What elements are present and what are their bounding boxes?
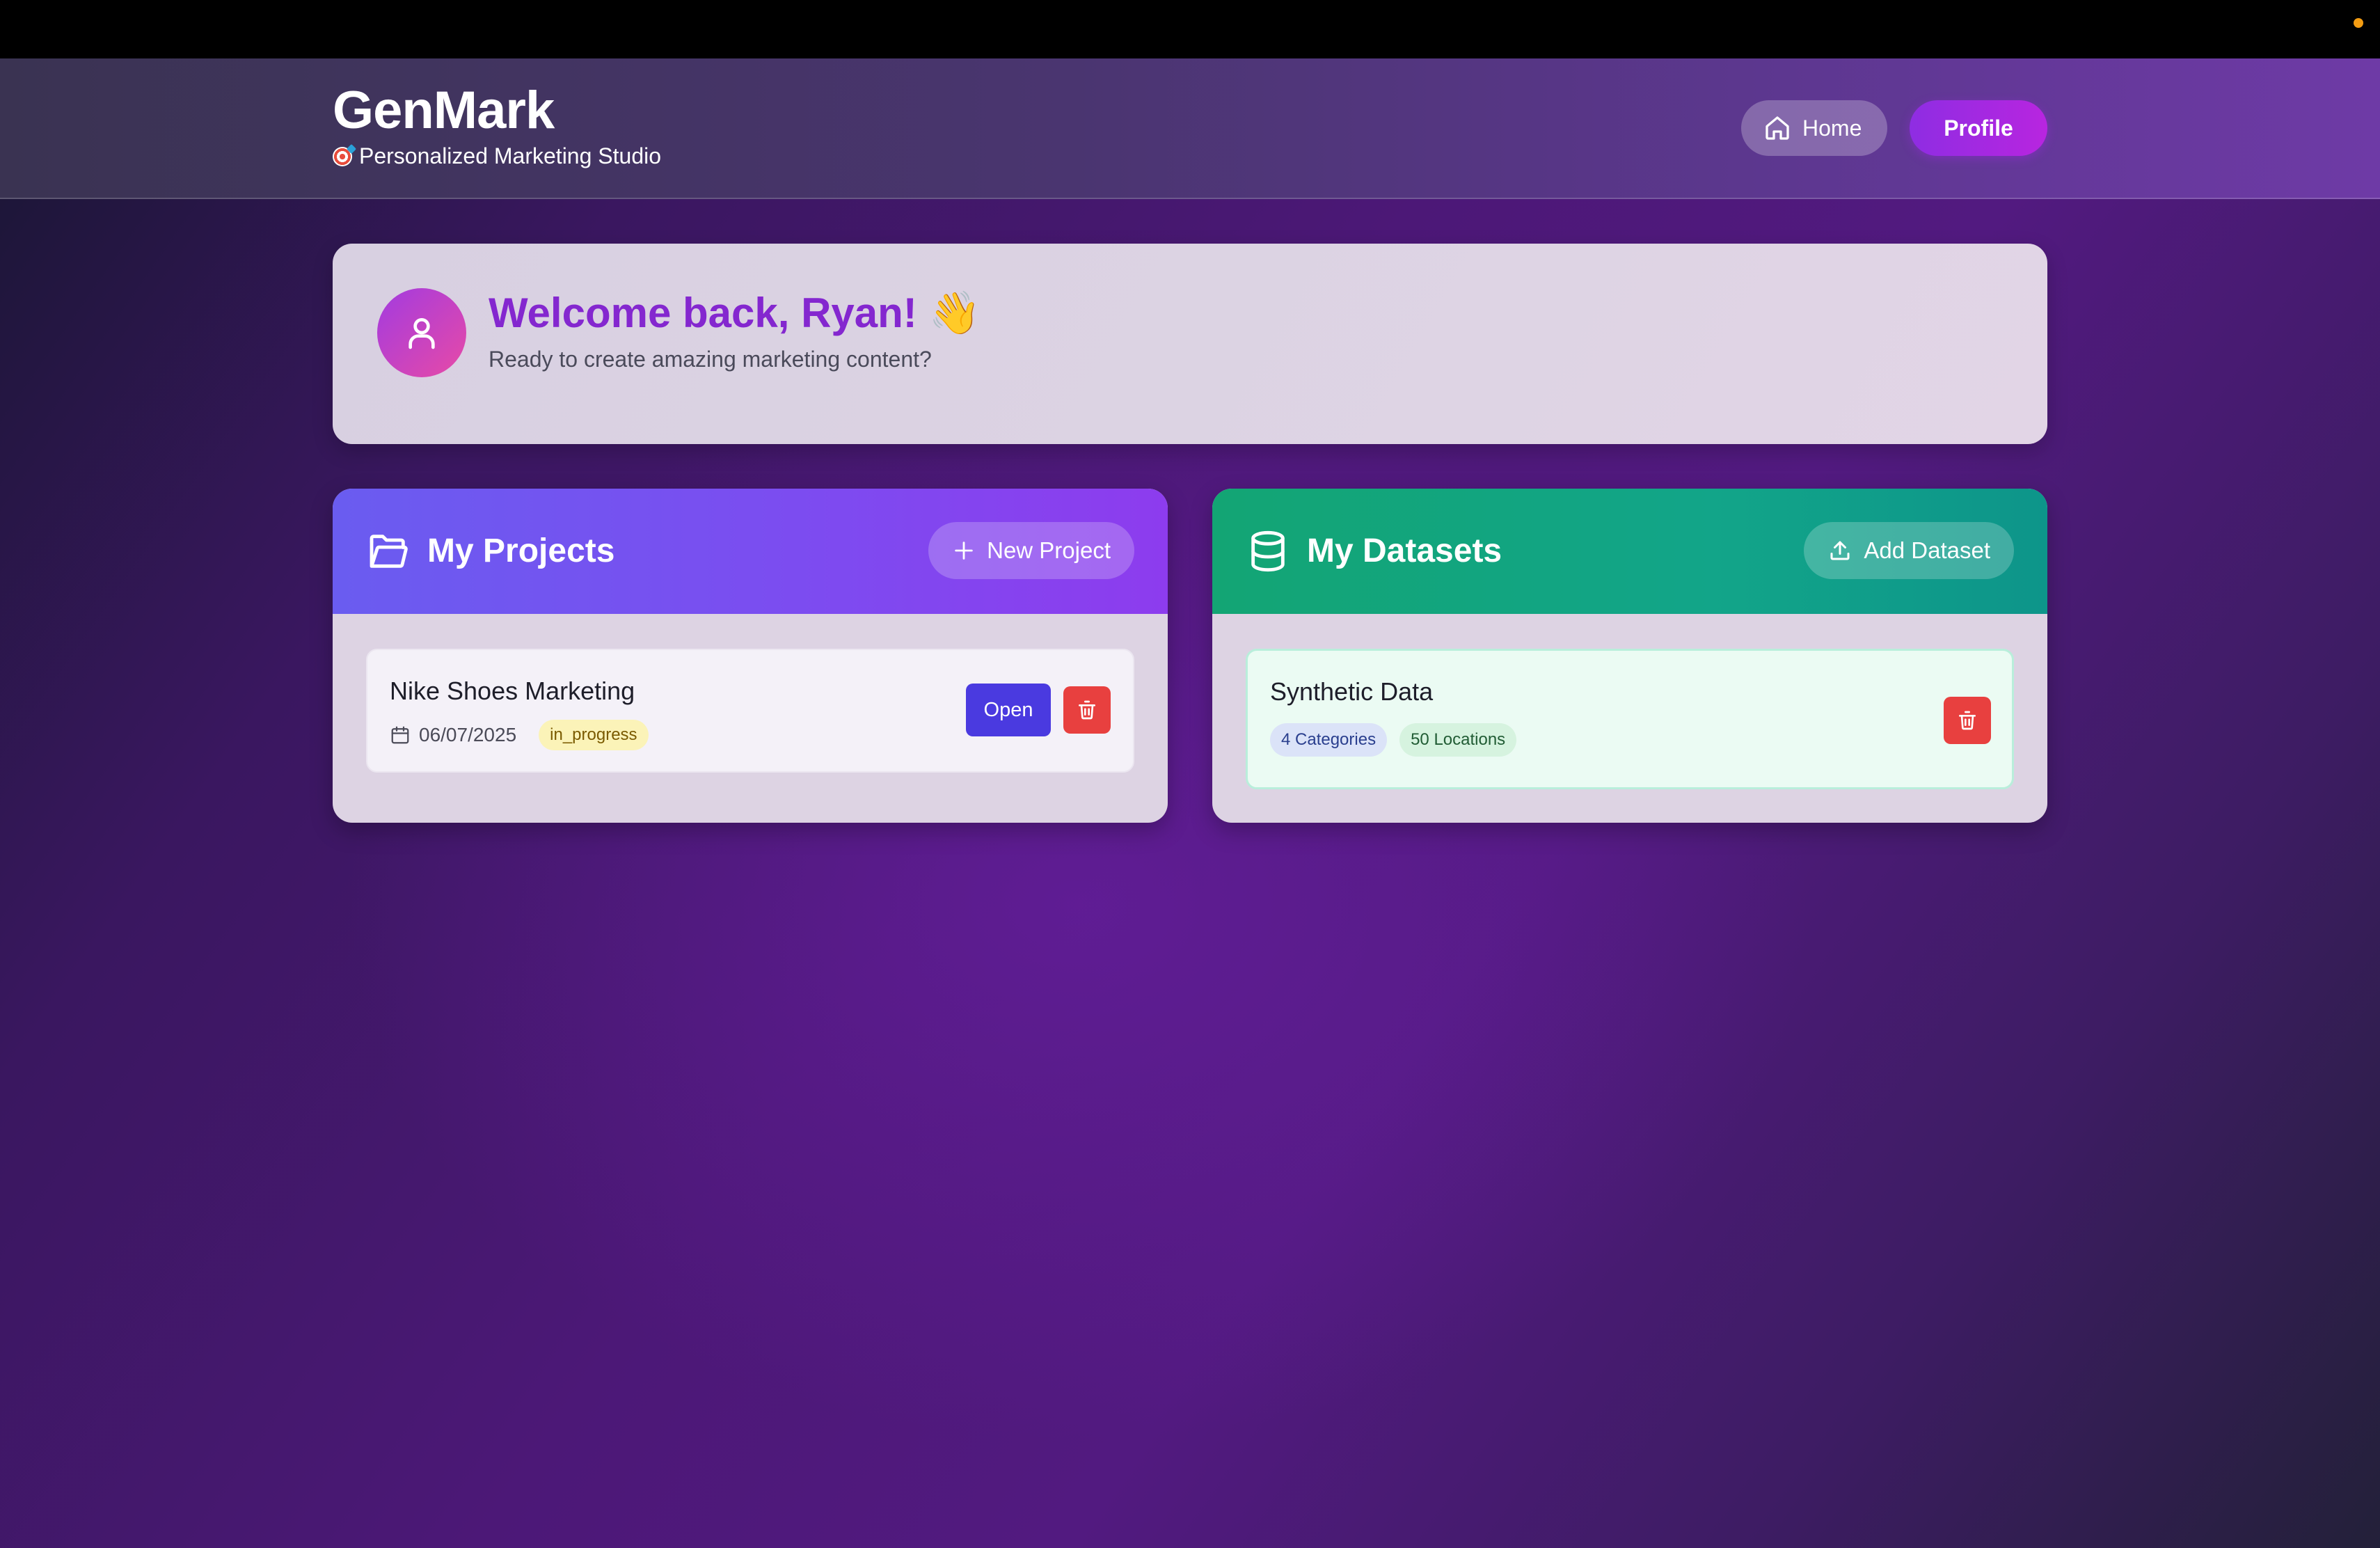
calendar-icon	[391, 726, 409, 744]
home-icon	[1766, 116, 1789, 140]
status-badge: in_progress	[539, 720, 649, 750]
new-project-button[interactable]: New Project	[928, 522, 1134, 579]
profile-button-label: Profile	[1944, 115, 2013, 141]
home-button[interactable]: Home	[1741, 100, 1887, 156]
trash-icon	[1079, 700, 1095, 720]
brand: GenMark Personalized Marketing Studio	[333, 79, 661, 169]
upload-icon	[1830, 541, 1850, 560]
datasets-panel-header: My Datasets Add Dataset	[1212, 489, 2047, 614]
dataset-tags: 4 Categories 50 Locations	[1270, 723, 1517, 757]
projects-panel: My Projects New Project Nike Shoes Marke…	[333, 489, 1168, 823]
project-meta: 06/07/2025 in_progress	[390, 720, 649, 750]
trash-icon	[1959, 711, 1976, 730]
categories-badge: 4 Categories	[1270, 723, 1388, 757]
welcome-subtitle: Ready to create amazing marketing conten…	[489, 347, 932, 372]
system-top-bar	[0, 0, 2380, 58]
welcome-title: Welcome back, Ryan! 👋	[489, 290, 981, 336]
folder-open-icon	[370, 535, 408, 568]
dataset-name: Synthetic Data	[1270, 677, 1434, 706]
app-subtitle-row: Personalized Marketing Studio	[333, 143, 661, 169]
top-nav: Home Profile	[1741, 100, 2047, 156]
user-icon	[408, 318, 435, 349]
projects-panel-header: My Projects New Project	[333, 489, 1168, 614]
profile-button[interactable]: Profile	[1910, 100, 2047, 156]
project-date: 06/07/2025	[419, 724, 517, 745]
dataset-card[interactable]: Synthetic Data 4 Categories 50 Locations	[1246, 649, 2014, 789]
datasets-panel-title: My Datasets	[1307, 532, 1502, 569]
app-subtitle: Personalized Marketing Studio	[359, 143, 662, 168]
add-dataset-label: Add Dataset	[1864, 537, 1990, 563]
delete-project-button[interactable]	[1063, 686, 1111, 734]
notification-dot-icon	[2354, 18, 2363, 28]
delete-dataset-button[interactable]	[1944, 697, 1991, 744]
app-header: GenMark Personalized Marketing Studio Ho…	[0, 58, 2380, 199]
welcome-card: Welcome back, Ryan! 👋 Ready to create am…	[333, 244, 2047, 444]
avatar	[377, 288, 466, 377]
target-icon	[333, 146, 352, 166]
datasets-panel: My Datasets Add Dataset Synthetic Data 4…	[1212, 489, 2047, 823]
project-card[interactable]: Nike Shoes Marketing 06/07/2025 in_progr…	[366, 649, 1134, 773]
project-name: Nike Shoes Marketing	[390, 677, 635, 705]
open-project-button[interactable]: Open	[966, 684, 1051, 736]
database-icon	[1251, 530, 1285, 572]
plus-icon	[955, 542, 973, 560]
new-project-label: New Project	[987, 537, 1111, 563]
app-title: GenMark	[333, 81, 555, 140]
projects-panel-title: My Projects	[427, 532, 615, 569]
locations-badge: 50 Locations	[1399, 723, 1517, 757]
home-button-label: Home	[1802, 115, 1862, 141]
add-dataset-button[interactable]: Add Dataset	[1804, 522, 2014, 579]
